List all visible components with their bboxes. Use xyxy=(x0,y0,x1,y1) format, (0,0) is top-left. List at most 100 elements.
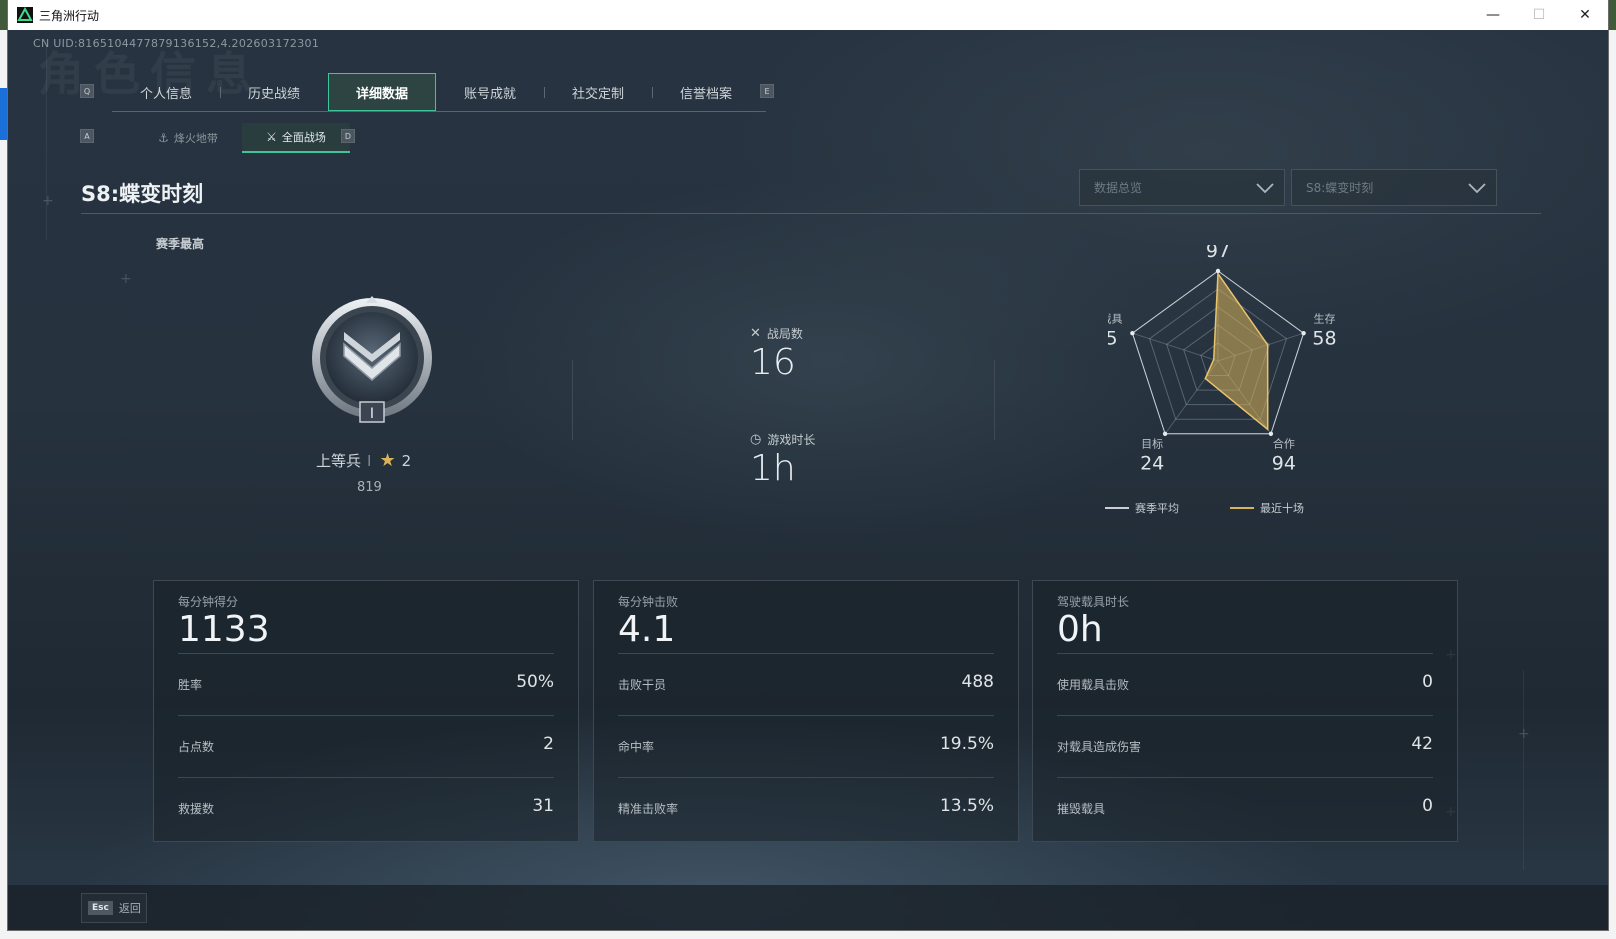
tab-reputation-record[interactable]: 信誉档案 xyxy=(652,73,760,111)
back-label: 返回 xyxy=(118,902,141,915)
row-value: 0 xyxy=(1422,672,1433,692)
row-value: 31 xyxy=(532,796,554,816)
tab-personal-info[interactable]: 个人信息 xyxy=(112,73,220,111)
stat-card-score: 每分钟得分 1133 胜率 50% 占点数 2 救援数 31 xyxy=(153,580,579,842)
row-value: 50% xyxy=(516,672,554,692)
row-value: 42 xyxy=(1411,734,1433,754)
playtime-value: 1h xyxy=(750,448,796,489)
card-row: 击败干员 488 xyxy=(618,653,994,716)
tab-match-history[interactable]: 历史战绩 xyxy=(220,73,328,111)
rank-badge-icon: I xyxy=(312,296,432,423)
radar-vertex-dot xyxy=(1130,330,1135,336)
row-label: 精准击败率 xyxy=(618,802,679,816)
subtab-prev-key-hint[interactable]: A xyxy=(80,129,94,143)
window-title: 三角洲行动 xyxy=(39,8,100,23)
row-value: 488 xyxy=(961,672,994,692)
subtab-warfare-mode[interactable]: ⚔ 全面战场 xyxy=(242,123,350,153)
row-value: 13.5% xyxy=(939,796,994,816)
footer-bar xyxy=(8,885,1608,930)
radar-axis-label: 合作 xyxy=(1273,437,1295,451)
radar-axis-value: 58 xyxy=(1312,327,1336,349)
card-header-value: 0h xyxy=(1057,609,1103,650)
card-row: 命中率 19.5% xyxy=(618,715,994,778)
background-app-edge-left xyxy=(0,30,8,939)
warfare-icon: ⚔ xyxy=(266,130,277,144)
tab-social-customization[interactable]: 社交定制 xyxy=(544,73,652,111)
close-button[interactable]: ✕ xyxy=(1562,0,1608,30)
row-label: 占点数 xyxy=(178,740,215,754)
matches-value: 16 xyxy=(750,342,796,383)
season-dropdown[interactable]: S8:蝶变时刻 xyxy=(1291,169,1497,206)
decor-plus: + xyxy=(42,193,54,209)
subtab-extraction-mode[interactable]: ⚓ 烽火地带 xyxy=(134,123,242,153)
tab-prev-key-hint[interactable]: Q xyxy=(80,84,94,98)
crossed-swords-icon: ✕ xyxy=(750,326,761,341)
radar-axis-value: 97 xyxy=(1206,245,1230,262)
row-label: 摧毁载具 xyxy=(1057,802,1106,816)
chevron-down-icon xyxy=(1256,183,1274,194)
card-row: 精准击败率 13.5% xyxy=(618,777,994,840)
tab-achievements[interactable]: 账号成就 xyxy=(436,73,544,111)
card-header-label: 驾驶载具时长 xyxy=(1057,595,1130,609)
tab-next-key-hint[interactable]: E xyxy=(760,84,774,98)
section-divider xyxy=(81,213,1541,214)
row-label: 对载具造成伤害 xyxy=(1057,740,1142,754)
subtab-label: 全面战场 xyxy=(281,131,326,144)
player-uid: CN UID:8165104477879136152,4.20260317230… xyxy=(33,37,320,50)
svg-text:I: I xyxy=(370,406,374,422)
legend-season-average: 赛季平均 xyxy=(1105,500,1179,516)
tab-detailed-data[interactable]: 详细数据 xyxy=(328,73,436,111)
rank-info: 上等兵 I ★ 2 xyxy=(316,450,411,471)
card-row: 摧毁载具 0 xyxy=(1057,777,1433,840)
background-app-highlight xyxy=(0,88,8,140)
radar-axis-value: 5 xyxy=(1108,327,1118,349)
maximize-button[interactable]: ☐ xyxy=(1516,0,1562,30)
vertical-divider xyxy=(994,360,995,440)
radar-vertex-dot xyxy=(1268,431,1274,437)
game-window: 三角洲行动 — ☐ ✕ 角色信息 + + + + + CN UID:816510… xyxy=(8,0,1608,930)
stat-card-vehicle: 驾驶载具时长 0h 使用载具击败 0 对载具造成伤害 42 摧毁载具 0 xyxy=(1032,580,1458,842)
window-titlebar: 三角洲行动 — ☐ ✕ xyxy=(8,0,1608,30)
window-controls: — ☐ ✕ xyxy=(1470,0,1608,30)
row-label: 胜率 xyxy=(178,678,203,692)
matches-label-text: 战局数 xyxy=(766,327,803,341)
extraction-icon: ⚓ xyxy=(158,131,169,145)
playtime-label-text: 游戏时长 xyxy=(767,433,816,447)
card-row: 胜率 50% xyxy=(178,653,554,716)
main-tabs: 个人信息 历史战绩 详细数据 账号成就 社交定制 信誉档案 xyxy=(112,73,766,112)
decor-line xyxy=(1523,670,1524,870)
legend-swatch xyxy=(1230,507,1254,509)
legend-label: 最近十场 xyxy=(1260,502,1304,515)
radar-chart: 射击97生存58合作94目标24载具5 xyxy=(1108,245,1337,475)
subtab-next-key-hint[interactable]: D xyxy=(341,129,355,143)
subtab-label: 烽火地带 xyxy=(173,132,218,145)
data-view-dropdown[interactable]: 数据总览 xyxy=(1079,169,1285,206)
row-label: 使用载具击败 xyxy=(1057,678,1130,692)
card-header-label: 每分钟得分 xyxy=(178,595,239,609)
vertical-divider xyxy=(572,360,573,440)
card-row: 使用载具击败 0 xyxy=(1057,653,1433,716)
game-content: 角色信息 + + + + + CN UID:816510447787913615… xyxy=(8,30,1608,930)
radar-axis-value: 94 xyxy=(1272,453,1296,475)
row-value: 2 xyxy=(543,734,554,754)
mode-subtabs: ⚓ 烽火地带 ⚔ 全面战场 xyxy=(134,123,350,153)
back-button[interactable]: Esc 返回 xyxy=(81,893,147,923)
row-label: 救援数 xyxy=(178,802,215,816)
radar-axis-label: 生存 xyxy=(1314,311,1336,325)
decor-plus: + xyxy=(1518,726,1530,742)
dropdown-value: 数据总览 xyxy=(1094,181,1143,195)
row-value: 0 xyxy=(1422,796,1433,816)
background-app-edge-right xyxy=(1608,30,1616,939)
decor-plus: + xyxy=(120,271,132,287)
row-label: 击败干员 xyxy=(618,678,667,692)
chevron-down-icon xyxy=(1468,183,1486,194)
minimize-button[interactable]: — xyxy=(1470,0,1516,30)
card-row: 救援数 31 xyxy=(178,777,554,840)
stopwatch-icon: ◷ xyxy=(750,432,762,447)
season-title: S8:蝶变时刻 xyxy=(81,182,204,206)
app-logo-icon xyxy=(17,7,33,23)
rank-stars: 2 xyxy=(401,451,412,470)
radar-axis-value: 24 xyxy=(1140,453,1164,475)
radar-axis-label: 载具 xyxy=(1108,312,1122,325)
rank-score: 819 xyxy=(357,480,382,495)
